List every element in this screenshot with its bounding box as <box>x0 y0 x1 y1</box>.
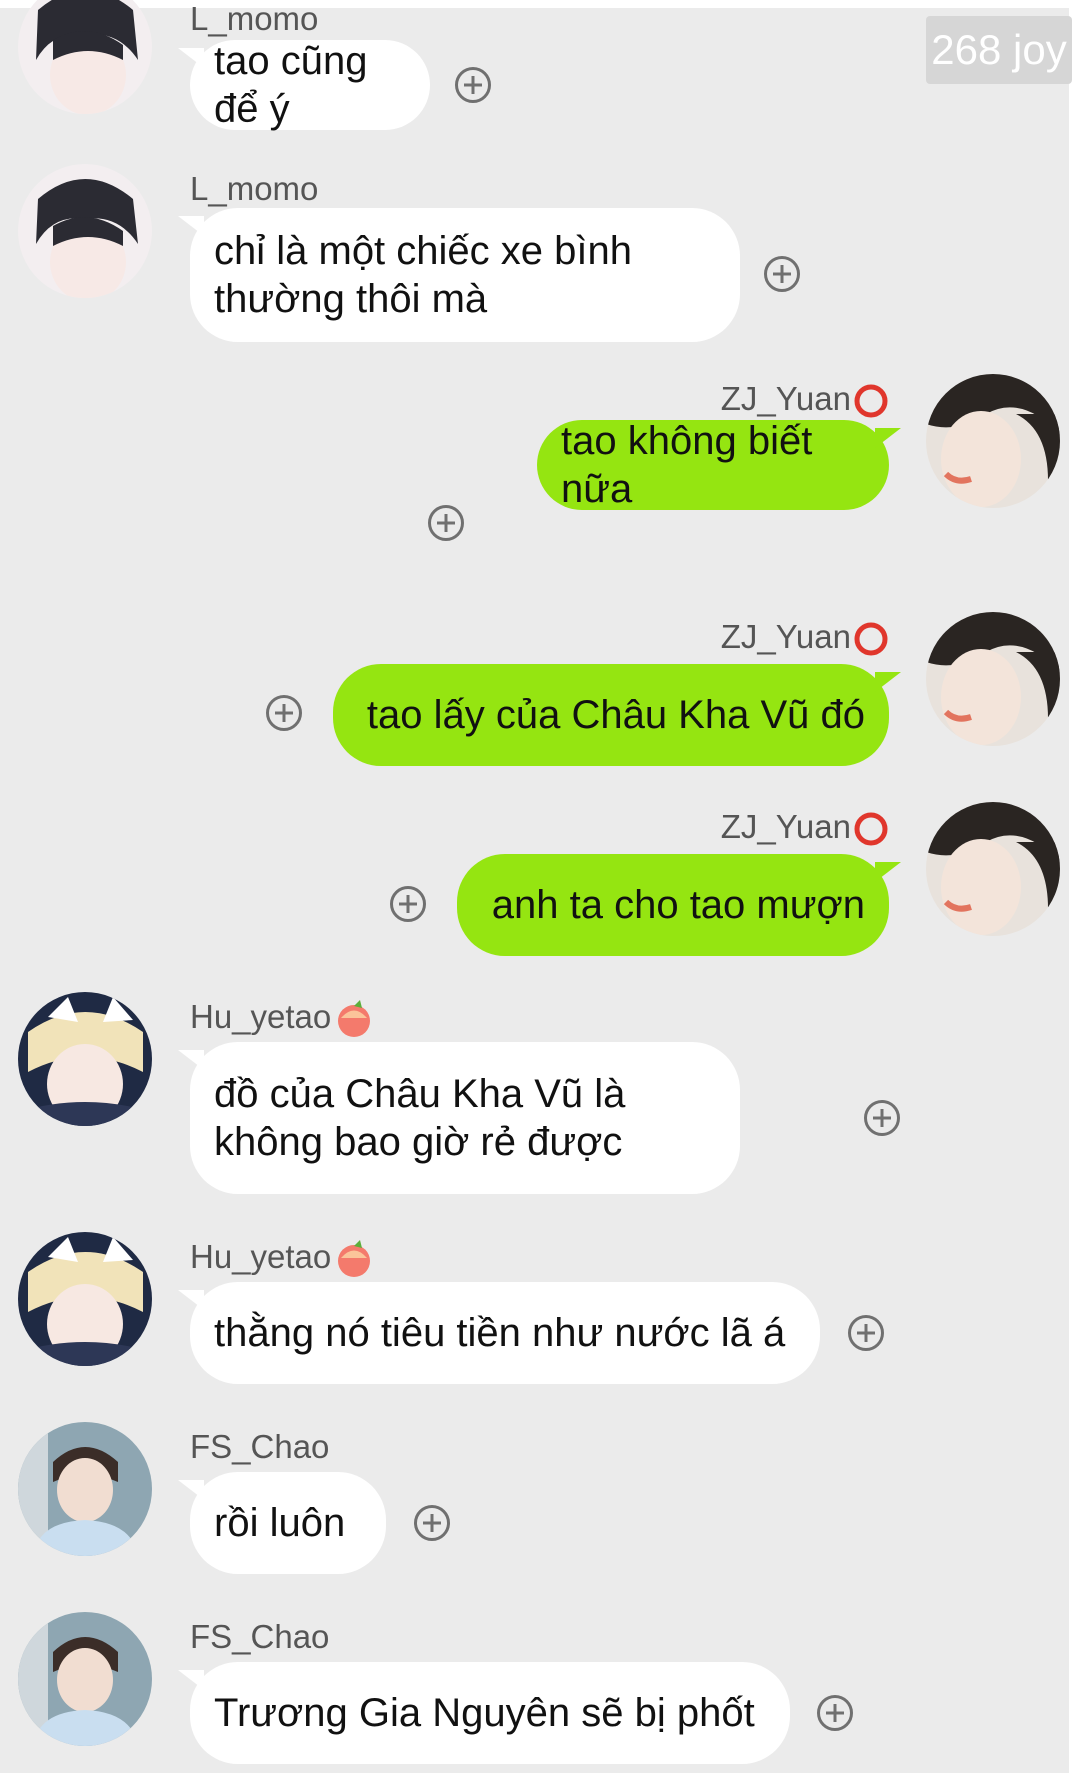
sender-name-row: Hu_yetao <box>190 998 375 1040</box>
sender-name: Hu_yetao <box>190 998 332 1035</box>
peach-emoji-icon <box>338 1240 371 1278</box>
avatar-l-momo[interactable] <box>18 164 152 298</box>
sender-name: FS_Chao <box>190 1428 330 1465</box>
avatar-fs-chao[interactable] <box>18 1422 152 1556</box>
add-reaction-icon[interactable] <box>266 695 302 731</box>
message-bubble[interactable]: tao không biết nữa <box>537 419 889 511</box>
sender-name: Hu_yetao <box>190 1238 332 1275</box>
add-reaction-icon[interactable] <box>414 1505 450 1541</box>
message-text: rồi luôn <box>214 1501 346 1545</box>
avatar-image <box>18 992 152 1126</box>
sender-name-row: ZJ_Yuan <box>721 808 889 847</box>
avatar-hu-yetao[interactable] <box>18 1232 152 1366</box>
add-reaction-icon[interactable] <box>455 67 491 103</box>
avatar-image <box>18 1612 152 1746</box>
avatar-zj-yuan[interactable] <box>926 374 1060 508</box>
sender-name-row: Hu_yetao <box>190 1238 375 1280</box>
avatar-image <box>18 1422 152 1556</box>
avatar-image <box>926 374 1060 508</box>
avatar-image <box>18 0 152 114</box>
avatar-l-momo[interactable] <box>18 0 152 114</box>
avatar-hu-yetao[interactable] <box>18 992 152 1126</box>
avatar-fs-chao[interactable] <box>18 1612 152 1746</box>
message-bubble[interactable]: tao lấy của Châu Kha Vũ đó <box>333 664 889 766</box>
message-text: chỉ là một chiếc xe bình thường thôi mà <box>214 229 632 321</box>
add-reaction-icon[interactable] <box>817 1695 853 1731</box>
add-reaction-icon[interactable] <box>764 256 800 292</box>
red-circle-icon <box>854 812 888 846</box>
peach-emoji-icon <box>338 1000 371 1038</box>
sender-name-row: ZJ_Yuan <box>721 380 889 419</box>
message-bubble[interactable]: tao cũng để ý <box>190 39 430 131</box>
avatar-zj-yuan[interactable] <box>926 612 1060 746</box>
avatar-zj-yuan[interactable] <box>926 802 1060 936</box>
message-text: đồ của Châu Kha Vũ là không bao giờ rẻ đ… <box>214 1072 626 1164</box>
avatar-image <box>18 1232 152 1366</box>
add-reaction-icon[interactable] <box>390 886 426 922</box>
red-circle-icon <box>854 384 888 418</box>
message-bubble[interactable]: đồ của Châu Kha Vũ là không bao giờ rẻ đ… <box>190 1042 740 1194</box>
sender-name: ZJ_Yuan <box>720 618 851 655</box>
message-text: tao không biết nữa <box>561 419 813 511</box>
message-text: anh ta cho tao mượn <box>491 883 865 927</box>
message-bubble[interactable]: thằng nó tiêu tiền như nước lã á <box>190 1282 820 1384</box>
sender-name: FS_Chao <box>190 1618 330 1655</box>
sender-name: L_momo <box>190 0 319 37</box>
top-strip <box>0 0 1079 8</box>
avatar-image <box>926 802 1060 936</box>
sender-name: ZJ_Yuan <box>720 808 851 845</box>
avatar-image <box>926 612 1060 746</box>
message-bubble[interactable]: chỉ là một chiếc xe bình thường thôi mà <box>190 208 740 342</box>
avatar-image <box>18 164 152 298</box>
sender-name: L_momo <box>190 170 319 207</box>
message-text: Trương Gia Nguyên sẽ bị phốt <box>214 1691 755 1735</box>
red-circle-icon <box>854 622 888 656</box>
message-bubble[interactable]: anh ta cho tao mượn <box>457 854 889 956</box>
message-bubble[interactable]: rồi luôn <box>190 1472 386 1574</box>
message-text: thằng nó tiêu tiền như nước lã á <box>214 1311 786 1355</box>
message-bubble[interactable]: Trương Gia Nguyên sẽ bị phốt <box>190 1662 790 1764</box>
sender-name-row: ZJ_Yuan <box>721 618 889 657</box>
watermark-label: 268 joy <box>926 16 1072 84</box>
add-reaction-icon[interactable] <box>864 1100 900 1136</box>
sender-name: ZJ_Yuan <box>720 380 851 417</box>
add-reaction-icon[interactable] <box>848 1315 884 1351</box>
right-edge-strip <box>1069 0 1079 1773</box>
message-text: tao lấy của Châu Kha Vũ đó <box>366 693 865 737</box>
message-text: tao cũng để ý <box>214 39 368 131</box>
add-reaction-icon[interactable] <box>428 505 464 541</box>
